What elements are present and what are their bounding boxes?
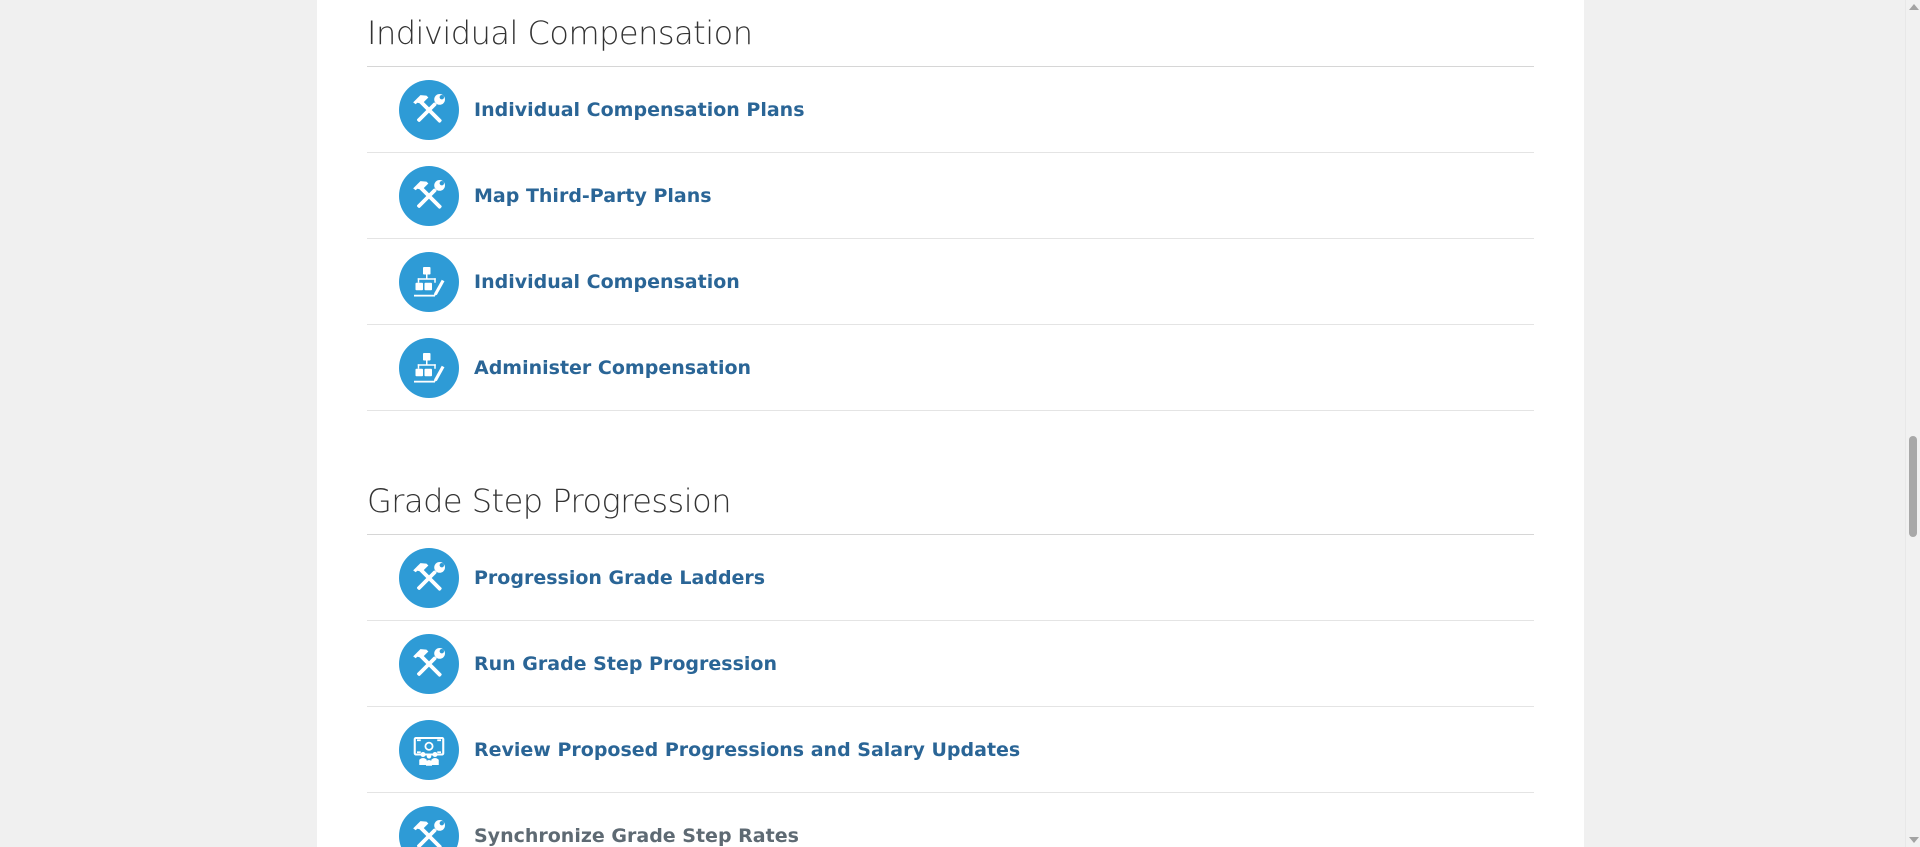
task-progression-grade-ladders[interactable]: Progression Grade Ladders [367, 535, 1534, 621]
tools-icon [399, 805, 459, 847]
tools-icon [399, 633, 459, 694]
scroll-down-arrow-icon[interactable] [1909, 837, 1919, 843]
hierarchy-edit-icon [399, 337, 459, 398]
task-review-proposed-progressions[interactable]: Review Proposed Progressions and Salary … [367, 707, 1534, 793]
scroll-up-arrow-icon[interactable] [1909, 4, 1919, 10]
hierarchy-edit-icon [399, 251, 459, 312]
task-label[interactable]: Synchronize Grade Step Rates [474, 825, 799, 847]
tools-icon [399, 165, 459, 226]
task-map-third-party-plans[interactable]: Map Third-Party Plans [367, 153, 1534, 239]
task-label[interactable]: Map Third-Party Plans [474, 185, 712, 207]
task-individual-compensation[interactable]: Individual Compensation [367, 239, 1534, 325]
vertical-scrollbar[interactable] [1905, 0, 1920, 847]
section-title: Grade Step Progression [367, 468, 1534, 535]
task-administer-compensation[interactable]: Administer Compensation [367, 325, 1534, 411]
task-individual-compensation-plans[interactable]: Individual Compensation Plans [367, 67, 1534, 153]
section-grade-step-progression: Grade Step Progression Progression Grade… [367, 468, 1534, 847]
tools-icon [399, 547, 459, 608]
task-label[interactable]: Administer Compensation [474, 357, 751, 379]
task-label[interactable]: Progression Grade Ladders [474, 567, 765, 589]
task-label[interactable]: Individual Compensation Plans [474, 99, 805, 121]
task-synchronize-grade-step-rates[interactable]: Synchronize Grade Step Rates [367, 793, 1534, 847]
task-label[interactable]: Review Proposed Progressions and Salary … [474, 739, 1020, 761]
tools-icon [399, 79, 459, 140]
scrollbar-thumb[interactable] [1909, 436, 1917, 537]
section-title: Individual Compensation [367, 0, 1534, 67]
section-individual-compensation: Individual Compensation Individual Compe… [367, 0, 1534, 411]
main-content-panel: Individual Compensation Individual Compe… [317, 0, 1584, 847]
task-run-grade-step-progression[interactable]: Run Grade Step Progression [367, 621, 1534, 707]
task-label[interactable]: Run Grade Step Progression [474, 653, 777, 675]
salary-review-icon [399, 719, 459, 780]
task-label[interactable]: Individual Compensation [474, 271, 740, 293]
